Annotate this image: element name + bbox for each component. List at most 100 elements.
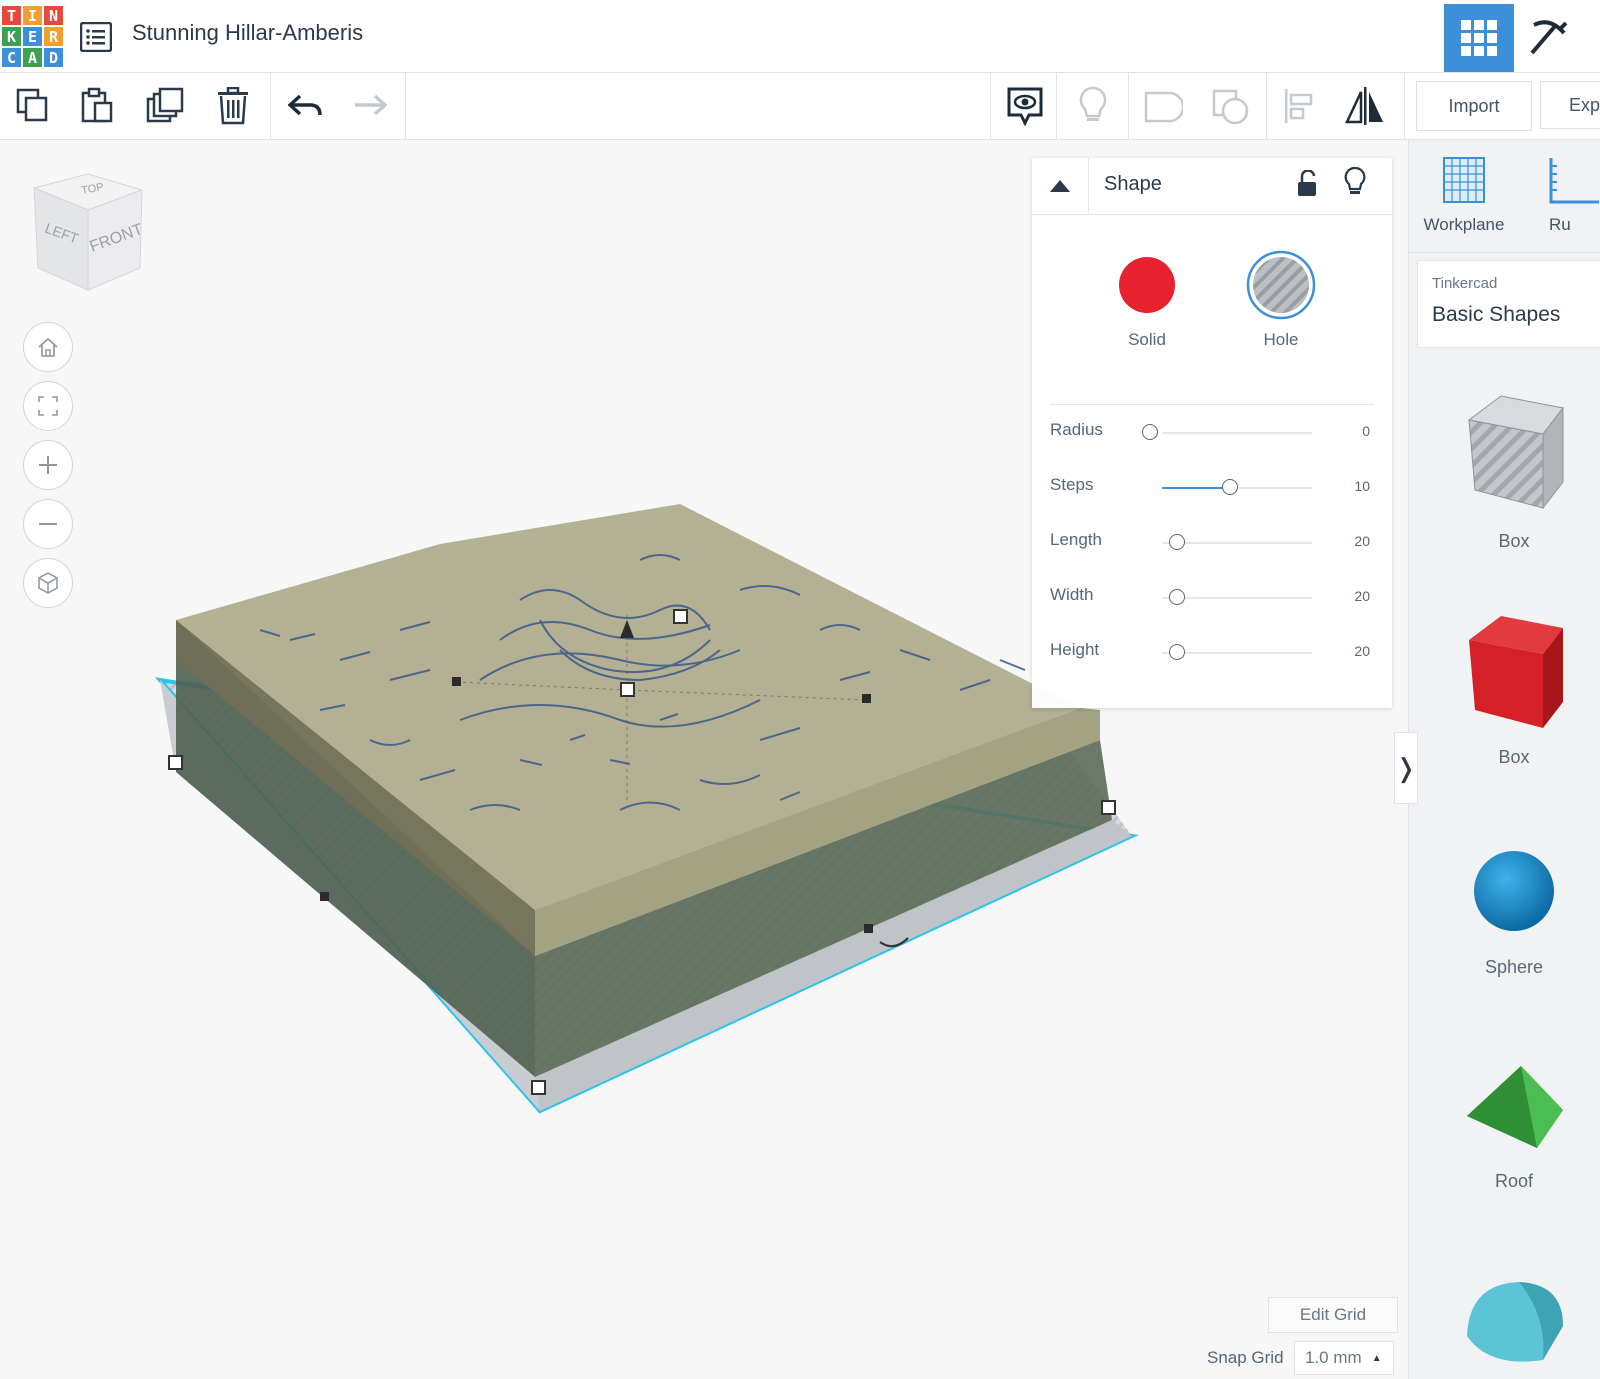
slider-knob[interactable] [1169, 589, 1185, 605]
home-icon [38, 337, 58, 357]
redo-icon [355, 94, 387, 116]
solid-color-button[interactable] [1112, 250, 1182, 325]
logo-letter: D [44, 48, 63, 67]
blocks-view-button[interactable] [1514, 4, 1584, 72]
property-value[interactable]: 10 [1330, 478, 1370, 494]
logo-letter: T [2, 6, 21, 25]
delete-button[interactable] [208, 81, 258, 131]
collapse-shapes-panel-button[interactable]: ❭ [1394, 732, 1418, 804]
lock-button[interactable] [1296, 169, 1318, 203]
edit-grid-button[interactable]: Edit Grid [1268, 1297, 1398, 1333]
workplane-icon [1443, 157, 1485, 203]
undo-button[interactable] [280, 81, 330, 131]
shape-label: Box [1498, 747, 1530, 767]
hole-box-icon [1467, 395, 1564, 510]
duplicate-button[interactable] [140, 81, 190, 131]
property-label: Length [1050, 530, 1102, 549]
slider-fill [1162, 487, 1230, 489]
zoom-in-button[interactable] [23, 440, 73, 490]
trash-icon [218, 87, 248, 125]
property-value[interactable]: 20 [1330, 643, 1370, 659]
library-name: Basic Shapes [1432, 303, 1561, 326]
property-slider[interactable] [1162, 589, 1312, 605]
slider-knob[interactable] [1169, 644, 1185, 660]
ruler-label: Ru [1549, 215, 1571, 234]
library-selector[interactable]: Tinkercad Basic Shapes [1417, 260, 1600, 348]
export-button[interactable]: Exp [1540, 81, 1600, 129]
show-all-button[interactable] [1068, 81, 1118, 131]
speech-eye-icon [1007, 87, 1043, 127]
hole-button[interactable] [1246, 250, 1316, 325]
hole-label: Hole [1263, 330, 1299, 349]
perspective-button[interactable] [23, 558, 73, 608]
logo-letter: N [44, 6, 63, 25]
shape-box-hole[interactable]: Box [1439, 390, 1589, 552]
shape-box[interactable]: Box [1439, 610, 1589, 768]
cube-icon [38, 572, 58, 594]
property-value[interactable]: 20 [1330, 533, 1370, 549]
collapse-inspector-button[interactable] [1032, 158, 1089, 214]
slider-knob[interactable] [1221, 479, 1238, 495]
logo-letter: A [23, 48, 42, 67]
property-slider[interactable] [1162, 479, 1312, 495]
group-icon [1144, 91, 1183, 123]
logo-letter: C [2, 48, 21, 67]
group-button[interactable] [1138, 81, 1188, 131]
home-view-button[interactable] [23, 322, 73, 372]
shape-inspector: Shape Solid Hole Radius 0 Steps 10 Length 20 W… [1032, 158, 1392, 708]
property-slider[interactable] [1162, 534, 1312, 550]
unlock-icon [1298, 169, 1316, 196]
view-cube[interactable]: TOP LEFT FRONT [30, 170, 150, 300]
redo-button[interactable] [345, 81, 395, 131]
caret-up-icon: ▲ [1371, 1352, 1382, 1364]
paste-icon [81, 87, 113, 123]
shape-label: Box [1498, 531, 1530, 551]
shape-sphere[interactable]: Sphere [1439, 836, 1589, 978]
project-title[interactable]: Stunning Hillar-Amberis [132, 20, 363, 46]
snap-grid-select[interactable]: 1.0 mm ▲ [1294, 1341, 1394, 1375]
import-button[interactable]: Import [1416, 81, 1532, 131]
3d-view-button[interactable] [1444, 4, 1514, 72]
align-button[interactable] [1274, 81, 1324, 131]
property-slider[interactable] [1162, 644, 1312, 660]
slider-knob[interactable] [1142, 424, 1158, 440]
sphere-icon [1474, 851, 1554, 931]
zoom-out-button[interactable] [23, 499, 73, 549]
tinkercad-logo[interactable]: TIN KER CAD [2, 6, 63, 68]
notes-button[interactable] [1000, 81, 1050, 131]
logo-letter: I [23, 6, 42, 25]
shape-roof[interactable]: Roof [1439, 1050, 1589, 1192]
copy-button[interactable] [8, 81, 58, 131]
library-source: Tinkercad [1432, 275, 1498, 292]
fit-view-button[interactable] [23, 381, 73, 431]
duplicate-icon [146, 87, 184, 123]
ungroup-button[interactable] [1206, 81, 1256, 131]
pickaxe-icon [1530, 20, 1568, 55]
property-value[interactable]: 0 [1330, 423, 1370, 439]
lightbulb-icon [1079, 86, 1107, 121]
workplane-label: Workplane [1423, 215, 1505, 234]
edit-toolbar: Import Exp [0, 73, 1600, 140]
property-value[interactable]: 20 [1330, 588, 1370, 604]
slider-knob[interactable] [1169, 534, 1185, 550]
shapes-panel: Workplane Ru Tinkercad Basic Shapes Box … [1408, 140, 1600, 1379]
inspector-title: Shape [1104, 173, 1162, 195]
property-label: Height [1050, 640, 1100, 659]
hide-shape-button[interactable] [1344, 166, 1366, 203]
ruler-tool[interactable]: Ru [1549, 140, 1600, 248]
snap-grid-value: 1.0 mm [1305, 1348, 1362, 1367]
paste-button[interactable] [72, 81, 122, 131]
grid-icon [1461, 20, 1497, 56]
copy-icon [16, 88, 48, 122]
mirror-icon [1345, 87, 1383, 125]
property-slider[interactable] [1142, 424, 1312, 440]
lightbulb-icon [1344, 166, 1366, 194]
shape-cylinder-half[interactable] [1439, 1270, 1589, 1375]
fit-icon [38, 396, 58, 416]
undo-icon [288, 94, 322, 116]
workplane-tool[interactable]: Workplane [1409, 140, 1519, 248]
property-label: Width [1050, 585, 1094, 604]
mirror-button[interactable] [1340, 81, 1390, 131]
ungroup-icon [1212, 89, 1249, 125]
design-list-icon[interactable] [79, 21, 113, 53]
